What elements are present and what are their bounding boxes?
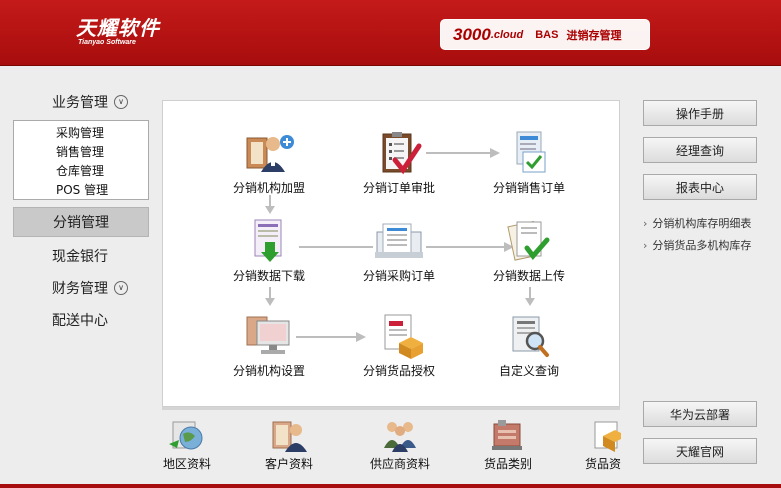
nav-delivery-label: 配送中心 <box>52 313 108 329</box>
globe-icon <box>169 421 203 450</box>
customer-data-item[interactable]: 客户资料 <box>249 418 329 472</box>
flow-order-review[interactable]: 分销订单审批 <box>344 130 454 196</box>
report-center-button[interactable]: 报表中心 <box>643 174 757 200</box>
chevron-right-icon: › <box>643 217 648 230</box>
collapse-chevron-icon[interactable]: ∨ <box>114 95 128 109</box>
arrow-down-icon <box>265 195 275 214</box>
logo-text-cn: 天耀软件 <box>76 16 160 40</box>
arrow-down-icon <box>265 287 275 306</box>
product-cloud: .cloud <box>490 28 524 41</box>
magnifier-document-icon <box>512 316 549 357</box>
product-subtitle: 进销存管理 <box>566 28 622 42</box>
flow-label: 分销机构设置 <box>232 364 305 378</box>
bottom-label: 货品资 <box>585 457 621 471</box>
flow-org-settings[interactable]: 分销机构设置 <box>214 313 324 379</box>
download-icon <box>254 219 282 262</box>
submenu-item-purchase[interactable]: 采购管理 <box>14 124 148 143</box>
flow-label: 分销订单审批 <box>362 181 435 195</box>
region-data-item[interactable]: 地区资料 <box>147 418 227 472</box>
goods-category-icon <box>492 420 522 450</box>
report-link-label: 分销货品多机构库存 <box>652 239 752 252</box>
flow-label: 自定义查询 <box>498 364 559 378</box>
official-site-button[interactable]: 天耀官网 <box>643 438 757 464</box>
flow-sales-order[interactable]: 分销销售订单 <box>474 130 584 196</box>
goods-data-item[interactable]: 货品资 <box>575 418 621 472</box>
flow-label: 分销采购订单 <box>362 269 435 283</box>
report-link-goods-multi-org-inventory[interactable]: › 分销货品多机构库存 <box>643 237 751 253</box>
product-bas: BAS <box>535 28 559 41</box>
flow-purchase-order[interactable]: 分销采购订单 <box>344 218 454 284</box>
footer-bar <box>0 484 781 488</box>
expand-chevron-icon[interactable]: ∨ <box>114 281 128 295</box>
bottom-label: 客户资料 <box>264 457 313 471</box>
product-number: 3000 <box>453 24 491 44</box>
business-submenu: 采购管理 销售管理 仓库管理 POS 管理 <box>13 120 149 200</box>
report-link-org-inventory-detail[interactable]: › 分销机构库存明细表 <box>643 215 751 231</box>
app-header: 天耀软件 Tianyao Software 3000 .cloud BAS 进销… <box>0 0 781 66</box>
goods-box-icon <box>594 421 621 452</box>
nav-finance-label: 财务管理 <box>52 281 108 297</box>
nav-cash-bank-label: 现金银行 <box>52 249 108 265</box>
nav-business-label: 业务管理 <box>52 95 108 111</box>
flow-label: 分销销售订单 <box>492 181 565 195</box>
flow-custom-query[interactable]: 自定义查询 <box>474 313 584 379</box>
nav-finance-management[interactable]: 财务管理 ∨ <box>52 278 128 298</box>
nav-cash-bank[interactable]: 现金银行 <box>52 246 108 266</box>
flow-label: 分销数据上传 <box>492 269 565 283</box>
flow-label: 分销货品授权 <box>362 364 435 378</box>
user-add-icon <box>246 135 294 172</box>
customer-icon <box>272 421 307 452</box>
flow-data-download[interactable]: 分销数据下载 <box>214 218 324 284</box>
chevron-right-icon: › <box>643 239 648 252</box>
bottom-label: 供应商资料 <box>369 457 430 471</box>
report-link-label: 分销机构库存明细表 <box>652 217 752 230</box>
flow-goods-authorization[interactable]: 分销货品授权 <box>344 313 454 379</box>
manual-button[interactable]: 操作手册 <box>643 100 757 126</box>
box-document-icon <box>384 314 423 359</box>
panel-shadow <box>162 407 620 410</box>
supplier-group-icon <box>384 422 416 452</box>
goods-category-item[interactable]: 货品类别 <box>468 418 548 472</box>
supplier-data-item[interactable]: 供应商资料 <box>360 418 440 472</box>
nav-delivery-center[interactable]: 配送中心 <box>52 310 108 330</box>
logo-text-en: Tianyao Software <box>78 39 136 46</box>
arrow-down-icon <box>525 287 535 306</box>
nav-distribution-management[interactable]: 分销管理 <box>13 207 149 237</box>
flow-data-upload[interactable]: 分销数据上传 <box>474 218 584 284</box>
bottom-label: 地区资料 <box>162 457 211 471</box>
manager-query-button[interactable]: 经理查询 <box>643 137 757 163</box>
huawei-cloud-button[interactable]: 华为云部署 <box>643 401 757 427</box>
submenu-item-warehouse[interactable]: 仓库管理 <box>14 162 148 181</box>
upload-icon <box>507 220 550 261</box>
flow-label: 分销数据下载 <box>232 269 305 283</box>
flow-distribution-join[interactable]: 分销机构加盟 <box>214 130 324 196</box>
bottom-label: 货品类别 <box>483 457 532 471</box>
nav-business-management[interactable]: 业务管理 ∨ <box>52 92 128 112</box>
computer-icon <box>246 316 290 354</box>
flow-label: 分销机构加盟 <box>232 181 305 195</box>
documents-stack-icon <box>375 223 423 258</box>
submenu-item-pos[interactable]: POS 管理 <box>14 181 148 200</box>
company-logo: 天耀软件 Tianyao Software <box>76 17 160 47</box>
submenu-item-sales[interactable]: 销售管理 <box>14 143 148 162</box>
document-check-icon <box>516 131 546 173</box>
product-badge: 3000 .cloud BAS 进销存管理 <box>440 19 650 50</box>
clipboard-check-icon <box>382 132 422 175</box>
